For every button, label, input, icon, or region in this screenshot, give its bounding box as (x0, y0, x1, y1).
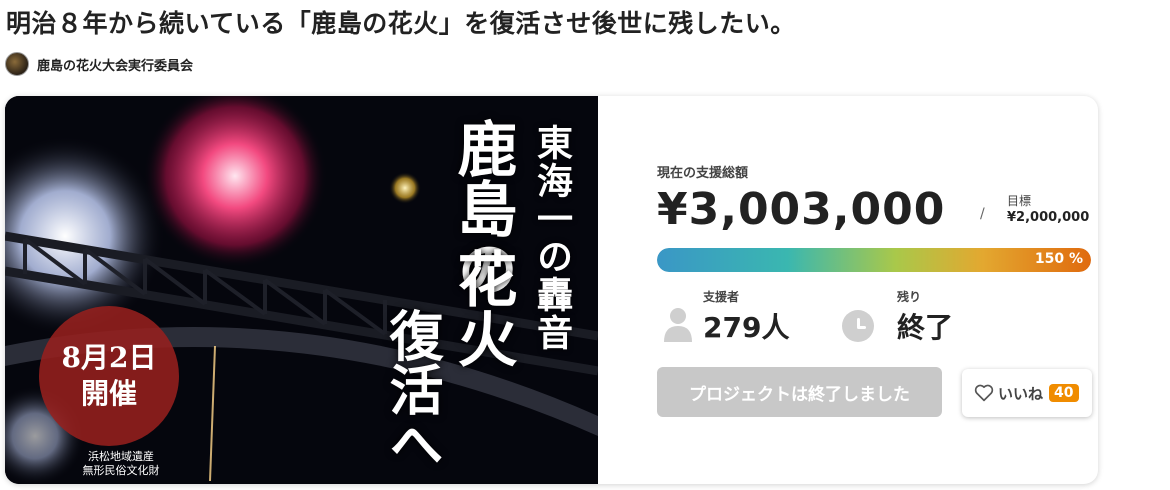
progress-fill (657, 248, 1091, 272)
hero-subtitle: 東海一の轟音 (531, 124, 573, 352)
heritage-line-2: 無形民俗文化財 (82, 464, 160, 477)
event-label: 開催 (80, 377, 137, 410)
hero-main-title-3: 復活へ (380, 308, 444, 470)
funding-panel: 現在の支援総額 ¥3,003,000 / 目標 ¥2,000,000 150 %… (657, 96, 1097, 484)
heritage-line-1: 浜松地域遺産 (88, 450, 154, 463)
goal-separator: / (980, 206, 985, 222)
backers-label: 支援者 (703, 290, 740, 304)
owner-name[interactable]: 鹿島の花火大会実行委員会 (37, 55, 193, 74)
person-icon (664, 308, 692, 342)
clock-icon (842, 310, 874, 342)
goal-amount: ¥2,000,000 (1007, 210, 1090, 225)
project-hero-image[interactable]: 東海一の轟音 鹿島の 花火 復活へ 8月2日 開催 浜松地域遺産 無形民俗文化財 (5, 96, 598, 484)
like-button[interactable]: いいね 40 (962, 369, 1092, 417)
remaining-label: 残り (897, 290, 922, 304)
project-ended-button[interactable]: プロジェクトは終了しました (657, 367, 942, 417)
date-badge: 8月2日 開催 (39, 306, 179, 446)
progress-percent: 150 % (1034, 251, 1083, 267)
heritage-label: 浜松地域遺産 無形民俗文化財 (61, 450, 181, 478)
remaining-value: 終了 (897, 311, 954, 344)
like-label: いいね (998, 384, 1044, 403)
total-label: 現在の支援総額 (657, 166, 749, 181)
backers-count: 279人 (703, 311, 790, 344)
progress-bar: 150 % (657, 248, 1091, 272)
heart-icon (974, 384, 994, 402)
hero-main-title-2: 花火 (447, 248, 517, 368)
like-count-badge: 40 (1049, 384, 1079, 402)
project-card: 東海一の轟音 鹿島の 花火 復活へ 8月2日 開催 浜松地域遺産 無形民俗文化財… (5, 96, 1098, 484)
goal-label: 目標 (1007, 194, 1032, 208)
event-date: 8月2日 (61, 341, 157, 374)
project-owner[interactable]: 鹿島の花火大会実行委員会 (5, 52, 193, 76)
owner-avatar (5, 52, 29, 76)
project-title: 明治８年から続いている「鹿島の花火」を復活させ後世に残したい。 (6, 9, 796, 38)
total-amount: ¥3,003,000 (657, 184, 946, 235)
